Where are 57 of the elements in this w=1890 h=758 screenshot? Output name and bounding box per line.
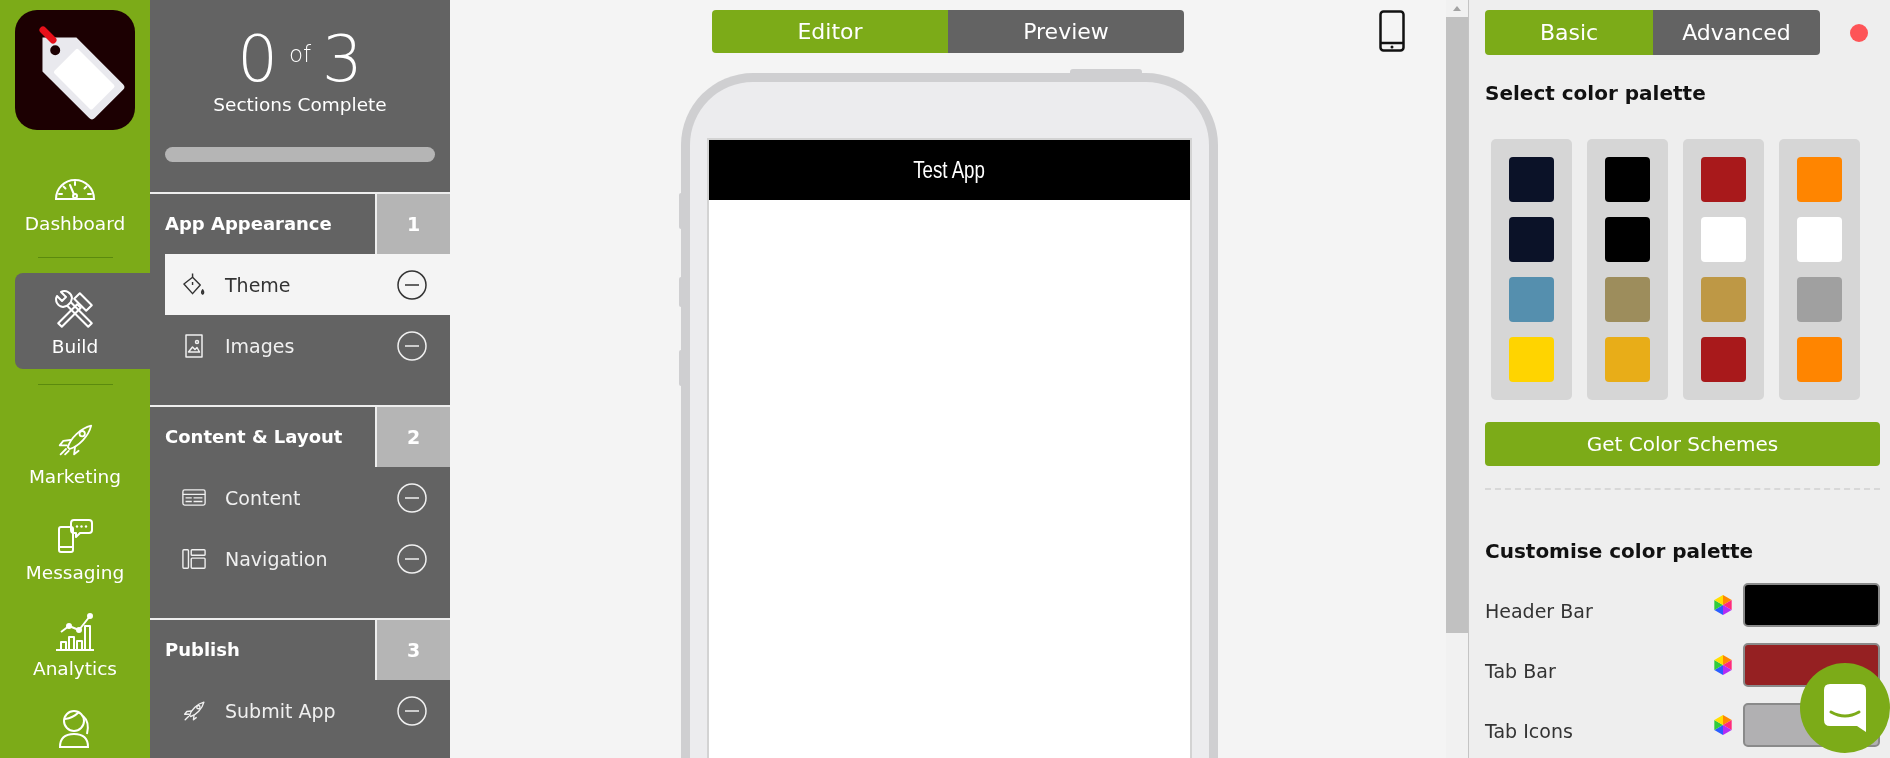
color-wheel-icon[interactable] [1713,654,1733,676]
panel-tab[interactable]: Advanced [1653,10,1820,55]
image-icon [185,333,203,358]
section-number: 1 [375,194,450,254]
section-item[interactable]: Theme [165,254,450,315]
field-label: Tab Bar [1485,659,1557,683]
phone-chat-icon [57,519,93,553]
panel-tab[interactable]: Basic [1485,10,1653,55]
nav-item[interactable]: Analytics [15,595,150,691]
nav-item[interactable]: Dashboard [15,150,150,246]
total-count: 3 [322,27,363,91]
section-item[interactable]: Content [165,467,450,528]
field-label: Tab Icons [1485,719,1574,743]
rocket-icon [183,699,205,722]
palette-card[interactable] [1491,139,1572,400]
minus-circle-icon [397,695,427,726]
section-number: 3 [375,620,450,680]
count-separator: of [288,43,312,66]
field-label: Header Bar [1485,599,1594,623]
minus-circle-icon [397,543,427,574]
chart-icon [55,612,95,652]
section-item[interactable]: Navigation [165,528,450,589]
section-item[interactable]: Submit App [165,680,450,741]
app-title: Test App [913,156,985,184]
minus-circle-icon [397,330,427,361]
minus-circle-icon [397,482,427,513]
progress-caption: Sections Complete [213,93,387,117]
section-number: 2 [375,407,450,467]
section-title: Content & Layout [164,425,344,449]
minus-circle-icon [397,269,427,300]
nav-item[interactable]: Marketing [15,403,150,499]
section-heading: Select color palette [1485,80,1707,107]
section-heading: Customise color palette [1485,538,1755,565]
color-wheel-icon[interactable] [1713,714,1733,736]
chat-icon [1824,684,1866,732]
scrollbar-thumb[interactable] [1446,17,1468,633]
color-wheel-icon[interactable] [1713,594,1733,616]
section-title: App Appearance [164,212,333,236]
layout-icon [182,547,206,570]
status-dot-icon [1850,23,1868,42]
get-color-schemes-button[interactable]: Get Color Schemes [1485,422,1880,466]
view-tab[interactable]: Preview [948,10,1184,53]
nav-item[interactable]: Build [15,273,150,369]
section-item[interactable]: Images [165,315,450,376]
completed-count: 0 [237,27,278,91]
palette-card[interactable] [1587,139,1668,400]
rocket-icon [57,423,93,457]
nav-item[interactable]: Messaging [15,499,150,595]
color-field[interactable] [1743,583,1880,627]
text-card-icon [182,488,206,507]
tools-icon [55,290,95,330]
view-tab[interactable]: Editor [712,10,948,53]
section-title: Publish [164,638,241,662]
tag-logo-icon [15,10,135,130]
smartphone-icon[interactable] [1379,10,1405,52]
paint-bucket-icon [182,272,206,297]
palette-card[interactable] [1683,139,1764,400]
